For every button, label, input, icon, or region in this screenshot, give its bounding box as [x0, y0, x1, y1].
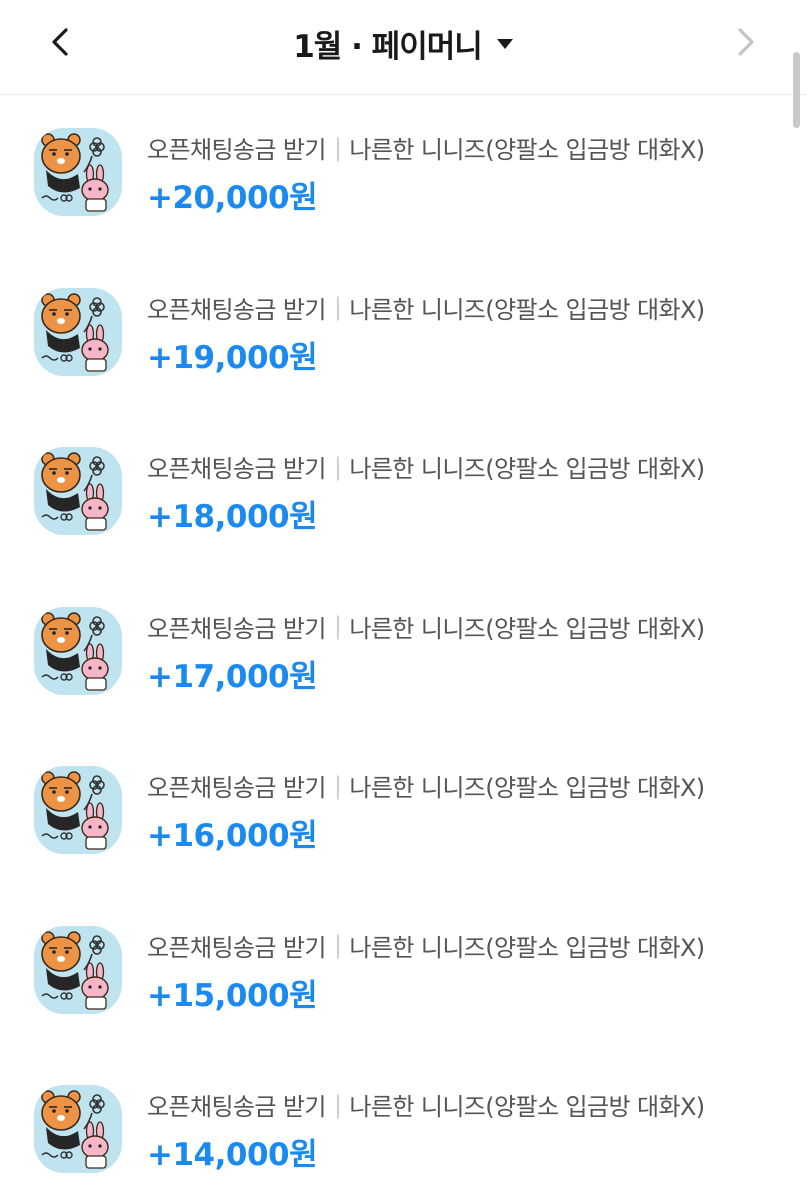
divider: |	[333, 1090, 342, 1119]
transaction-description: 오픈채팅송금 받기 | 나른한 니니즈(양팔소 입금방 대화X)	[147, 1087, 705, 1122]
transaction-item[interactable]: 오픈채팅송금 받기 | 나른한 니니즈(양팔소 입금방 대화X) +19,000…	[0, 256, 807, 416]
transaction-category: 오픈채팅송금 받기	[147, 1093, 326, 1121]
transaction-amount: +17,000원	[147, 658, 318, 695]
transaction-item[interactable]: 오픈채팅송금 받기 | 나른한 니니즈(양팔소 입금방 대화X) +17,000…	[0, 575, 807, 735]
avatar	[34, 766, 122, 854]
transaction-description: 오픈채팅송금 받기 | 나른한 니니즈(양팔소 입금방 대화X)	[147, 290, 705, 325]
character-avatar-icon	[34, 766, 122, 854]
transaction-amount: +14,000원	[147, 1137, 318, 1173]
avatar	[34, 606, 122, 695]
divider: |	[333, 931, 342, 959]
transaction-description: 오픈채팅송금 받기 | 나른한 니니즈(양팔소 입금방 대화X)	[147, 130, 705, 165]
divider: |	[333, 612, 342, 640]
transaction-item[interactable]: 오픈채팅송금 받기 | 나른한 니니즈(양팔소 입금방 대화X) +18,000…	[0, 415, 807, 575]
character-avatar-icon	[34, 606, 122, 695]
month-selector[interactable]: 1월 · 페이머니	[293, 21, 514, 66]
transaction-category: 오픈채팅송금 받기	[147, 933, 326, 962]
transaction-item[interactable]: 오픈채팅송금 받기 | 나른한 니니즈(양팔소 입금방 대화X) +16,000…	[0, 734, 807, 894]
transaction-category: 오픈채팅송금 받기	[147, 774, 326, 802]
transaction-amount: +16,000원	[147, 818, 318, 854]
divider: |	[333, 452, 342, 481]
transaction-category: 오픈채팅송금 받기	[147, 295, 326, 324]
avatar	[34, 128, 122, 216]
transaction-description: 오픈채팅송금 받기 | 나른한 니니즈(양팔소 입금방 대화X)	[147, 768, 705, 803]
transaction-memo: 나른한 니니즈(양팔소 입금방 대화X)	[349, 295, 705, 324]
transaction-amount: +20,000원	[147, 180, 318, 216]
transaction-list: 오픈채팅송금 받기 | 나른한 니니즈(양팔소 입금방 대화X) +20,000…	[0, 96, 807, 1200]
character-avatar-icon	[34, 287, 122, 376]
page-title: 1월 · 페이머니	[293, 28, 483, 65]
character-avatar-icon	[34, 128, 122, 216]
divider: |	[333, 293, 342, 321]
character-avatar-icon	[34, 447, 122, 535]
divider: |	[333, 771, 342, 800]
transaction-category: 오픈채팅송금 받기	[147, 136, 326, 164]
title-area: 1월 · 페이머니	[0, 0, 807, 86]
transaction-item[interactable]: 오픈채팅송금 받기 | 나른한 니니즈(양팔소 입금방 대화X) +14,000…	[0, 1053, 807, 1200]
character-avatar-icon	[34, 1085, 122, 1173]
transaction-category: 오픈채팅송금 받기	[147, 455, 326, 483]
divider: |	[333, 133, 342, 162]
transaction-description: 오픈채팅송금 받기 | 나른한 니니즈(양팔소 입금방 대화X)	[147, 609, 705, 644]
forward-button[interactable]	[726, 22, 766, 62]
transaction-amount: +19,000원	[147, 339, 318, 376]
transaction-item[interactable]: 오픈채팅송금 받기 | 나른한 니니즈(양팔소 입금방 대화X) +20,000…	[0, 96, 807, 256]
avatar	[34, 287, 122, 376]
caret-down-icon	[496, 39, 513, 49]
header-bar: 1월 · 페이머니	[0, 0, 807, 95]
avatar	[34, 447, 122, 535]
transaction-description: 오픈채팅송금 받기 | 나른한 니니즈(양팔소 입금방 대화X)	[147, 449, 705, 484]
chevron-right-icon	[738, 28, 754, 56]
avatar	[34, 1085, 122, 1173]
transaction-item[interactable]: 오픈채팅송금 받기 | 나른한 니니즈(양팔소 입금방 대화X) +15,000…	[0, 894, 807, 1054]
transaction-memo: 나른한 니니즈(양팔소 입금방 대화X)	[349, 614, 705, 643]
transaction-memo: 나른한 니니즈(양팔소 입금방 대화X)	[349, 774, 705, 802]
transaction-history-screen: 1월 · 페이머니 오픈채팅송금 받기 | 나른한 니니즈(양팔소 입금방 대화…	[0, 0, 807, 1200]
avatar	[34, 925, 122, 1014]
transaction-description: 오픈채팅송금 받기 | 나른한 니니즈(양팔소 입금방 대화X)	[147, 928, 705, 963]
transaction-memo: 나른한 니니즈(양팔소 입금방 대화X)	[349, 1093, 705, 1121]
transaction-memo: 나른한 니니즈(양팔소 입금방 대화X)	[349, 455, 705, 483]
transaction-amount: +18,000원	[147, 499, 318, 535]
transaction-memo: 나른한 니니즈(양팔소 입금방 대화X)	[349, 933, 705, 962]
transaction-category: 오픈채팅송금 받기	[147, 614, 326, 643]
transaction-amount: +15,000원	[147, 977, 318, 1014]
transaction-memo: 나른한 니니즈(양팔소 입금방 대화X)	[349, 136, 705, 164]
character-avatar-icon	[34, 925, 122, 1014]
